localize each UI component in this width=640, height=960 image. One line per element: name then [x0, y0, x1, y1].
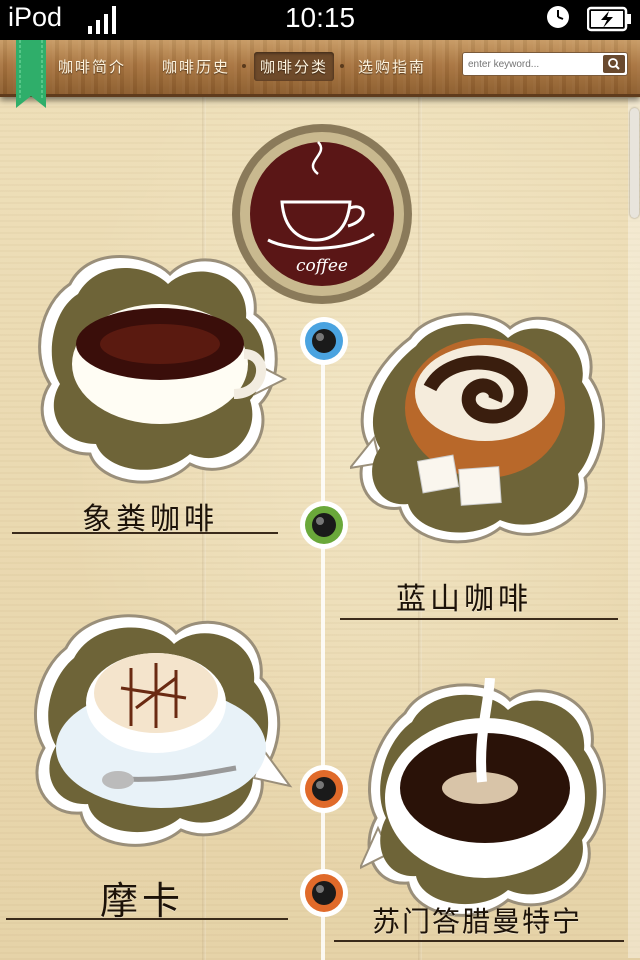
timeline-dot-blue[interactable]	[299, 316, 349, 366]
caption-underline	[334, 940, 624, 942]
nav-separator	[242, 64, 247, 68]
coffee-name-label[interactable]: 苏门答腊曼特宁	[372, 900, 582, 940]
caption-underline	[12, 532, 278, 534]
nav-item-buying-guide[interactable]: 选购指南	[352, 52, 432, 81]
scrollbar-track[interactable]	[628, 98, 640, 958]
magnifier-icon	[608, 58, 620, 70]
coffee-card-kopi-luwak[interactable]	[30, 244, 290, 494]
nav-item-categories[interactable]: 咖啡分类	[254, 51, 335, 81]
caption-underline	[6, 918, 288, 920]
coffee-card-blue-mountain[interactable]	[350, 308, 610, 548]
coffee-name-label[interactable]: 摩卡	[100, 870, 184, 925]
caption-underline	[340, 618, 618, 620]
status-bar: iPod 10:15	[0, 0, 640, 40]
top-nav-bar: 咖啡简介 咖啡历史 咖啡分类 选购指南	[0, 40, 640, 97]
search-box	[462, 52, 628, 76]
coffee-name-label[interactable]: 蓝山咖啡	[396, 574, 532, 618]
timeline-dot-orange[interactable]	[299, 868, 349, 918]
nav-item-history[interactable]: 咖啡历史	[156, 52, 236, 81]
coffee-card-mocha[interactable]	[26, 608, 296, 858]
status-time: 10:15	[284, 2, 356, 33]
timeline-dot-orange[interactable]	[299, 764, 349, 814]
battery-charging-icon	[587, 6, 631, 32]
coffee-card-sumatra-mandheling[interactable]	[360, 678, 610, 918]
coffee-category-page: coffee 象粪咖啡 蓝山咖啡 摩卡 苏门答腊曼特宁	[0, 94, 640, 960]
nav-menu: 咖啡简介 咖啡历史 咖啡分类 选购指南	[52, 50, 456, 82]
scrollbar-thumb[interactable]	[630, 108, 639, 218]
search-input[interactable]	[468, 55, 596, 73]
timeline-dot-green[interactable]	[299, 500, 349, 550]
bookmark-ribbon-icon	[16, 40, 46, 108]
nav-item-intro[interactable]: 咖啡简介	[52, 52, 132, 81]
timeline-line	[321, 324, 325, 960]
nav-separator	[340, 64, 345, 68]
alarm-clock-icon	[547, 6, 569, 28]
search-button[interactable]	[603, 55, 625, 73]
